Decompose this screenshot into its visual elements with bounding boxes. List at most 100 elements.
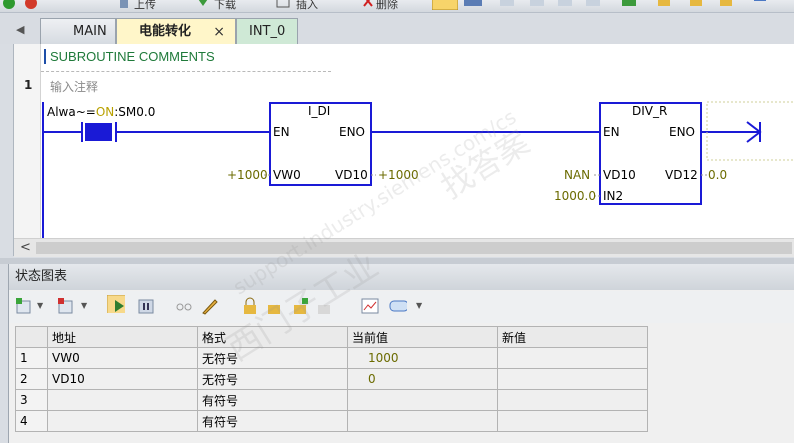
- pause-icon[interactable]: [137, 297, 155, 315]
- page3-icon[interactable]: [556, 0, 574, 10]
- glasses-icon[interactable]: [175, 297, 193, 315]
- start-monitor-icon[interactable]: [107, 295, 125, 313]
- row-num-header: [15, 326, 48, 348]
- row-number: 1: [15, 347, 48, 369]
- check-icon[interactable]: [620, 0, 638, 10]
- ladder-network: [42, 101, 794, 238]
- lock3-icon[interactable]: [718, 0, 734, 10]
- current-value-cell: [347, 389, 498, 411]
- format-cell[interactable]: 无符号: [197, 347, 348, 369]
- insert-button[interactable]: 插入: [296, 0, 318, 12]
- trend-chart-icon[interactable]: [361, 297, 379, 315]
- contact-label[interactable]: Alwa~=ON:SM0.0: [47, 105, 155, 119]
- delete-row-icon[interactable]: [57, 297, 75, 315]
- div-r-out-pin: VD12: [665, 168, 698, 182]
- dropdown-icon[interactable]: ▼: [81, 301, 87, 310]
- contact-suffix: :SM0.0: [114, 105, 156, 119]
- dropdown-icon[interactable]: ▼: [37, 301, 43, 310]
- page2-icon[interactable]: [528, 0, 546, 10]
- run-icon[interactable]: [2, 0, 16, 10]
- format-cell[interactable]: 有符号: [197, 389, 348, 411]
- arrow-right-icon[interactable]: [752, 0, 772, 10]
- add-row-icon[interactable]: [15, 297, 33, 315]
- status-table: 地址 格式 当前值 新值 1 VW0 无符号 1000 2 VD10 无符号 0…: [15, 326, 648, 432]
- delete-icon[interactable]: [362, 0, 374, 10]
- table-row[interactable]: 4 有符号: [15, 410, 648, 432]
- current-value-cell: 0: [347, 368, 498, 390]
- i-di-en: EN: [273, 125, 290, 139]
- new-value-cell[interactable]: [497, 368, 648, 390]
- i-di-in-value[interactable]: +1000: [227, 168, 268, 182]
- div-r-en: EN: [603, 125, 620, 139]
- page-icon[interactable]: [498, 0, 516, 10]
- i-di-in-pin: VW0: [273, 168, 301, 182]
- address-cell[interactable]: [47, 410, 198, 432]
- download-icon[interactable]: [196, 0, 210, 10]
- new-value-cell[interactable]: [497, 410, 648, 432]
- lock-read-icon[interactable]: [315, 297, 333, 315]
- current-value-cell: 1000: [347, 347, 498, 369]
- table-row[interactable]: 1 VW0 无符号 1000: [15, 347, 648, 369]
- delete-button[interactable]: 删除: [376, 0, 398, 12]
- contact-prefix: Alwa~=: [47, 105, 96, 119]
- div-r-name: DIV_R: [632, 104, 668, 118]
- scroll-thumb[interactable]: [36, 242, 792, 254]
- horizontal-scrollbar[interactable]: <: [14, 238, 794, 257]
- table-row[interactable]: 3 有符号: [15, 389, 648, 411]
- tab-int0[interactable]: INT_0: [236, 18, 298, 44]
- row-number: 4: [15, 410, 48, 432]
- column-header-address[interactable]: 地址: [47, 326, 198, 348]
- div-r-in1-value[interactable]: NAN: [564, 168, 590, 182]
- download-button[interactable]: 下载: [214, 0, 236, 12]
- address-cell[interactable]: [47, 389, 198, 411]
- tab-main[interactable]: MAIN: [40, 18, 116, 44]
- upload-icon[interactable]: [118, 0, 130, 10]
- unlock-icon[interactable]: [265, 297, 283, 315]
- status-icon[interactable]: [462, 0, 484, 10]
- i-di-eno: ENO: [339, 125, 366, 139]
- tab-label: 电能转化: [139, 24, 192, 39]
- format-cell[interactable]: 有符号: [197, 410, 348, 432]
- table-row[interactable]: 2 VD10 无符号 0: [15, 368, 648, 390]
- new-value-cell[interactable]: [497, 347, 648, 369]
- column-header-new[interactable]: 新值: [497, 326, 648, 348]
- i-di-out-value[interactable]: +1000: [378, 168, 419, 182]
- upload-button[interactable]: 上传: [134, 0, 156, 12]
- div-r-in1-pin: VD10: [603, 168, 636, 182]
- i-di-out-pin: VD10: [335, 168, 368, 182]
- lock-icon[interactable]: [656, 0, 672, 10]
- tab-power-conversion[interactable]: 电能转化 ×: [116, 18, 236, 44]
- tag-icon[interactable]: [389, 297, 407, 315]
- dropdown-icon[interactable]: ▼: [416, 301, 422, 310]
- status-toolbar: ▼ ▼ ▼: [9, 291, 794, 323]
- scroll-left-icon[interactable]: <: [20, 240, 31, 255]
- column-header-format[interactable]: 格式: [197, 326, 348, 348]
- format-cell[interactable]: 无符号: [197, 368, 348, 390]
- pencil-icon[interactable]: [201, 297, 219, 315]
- address-cell[interactable]: VD10: [47, 368, 198, 390]
- lock-icon[interactable]: [241, 297, 259, 315]
- ladder-editor[interactable]: 1 SUBROUTINE COMMENTS 输入注释 Alwa~=ON:SM0.…: [13, 44, 794, 257]
- stop-icon[interactable]: [24, 0, 38, 10]
- close-icon[interactable]: ×: [213, 19, 225, 45]
- current-value-cell: [347, 410, 498, 432]
- monitor-icon[interactable]: [432, 0, 458, 10]
- insert-icon[interactable]: [276, 0, 290, 10]
- column-header-current[interactable]: 当前值: [347, 326, 498, 348]
- div-r-in2-pin: IN2: [603, 189, 624, 203]
- lock-add-icon[interactable]: [291, 297, 309, 315]
- div-r-out-value[interactable]: 0.0: [708, 168, 727, 182]
- tab-scroll-left-icon[interactable]: ◀: [16, 23, 24, 36]
- main-toolbar: 上传 下载 插入 删除: [0, 0, 794, 13]
- row-number: 2: [15, 368, 48, 390]
- lock2-icon[interactable]: [688, 0, 704, 10]
- page4-icon[interactable]: [584, 0, 602, 10]
- div-r-eno: ENO: [669, 125, 696, 139]
- tab-label: INT_0: [249, 24, 286, 39]
- row-number: 3: [15, 389, 48, 411]
- contact-active-fill: [85, 123, 112, 141]
- status-chart-title: 状态图表: [9, 264, 794, 290]
- address-cell[interactable]: VW0: [47, 347, 198, 369]
- div-r-in2-value[interactable]: 1000.0: [554, 189, 596, 203]
- new-value-cell[interactable]: [497, 389, 648, 411]
